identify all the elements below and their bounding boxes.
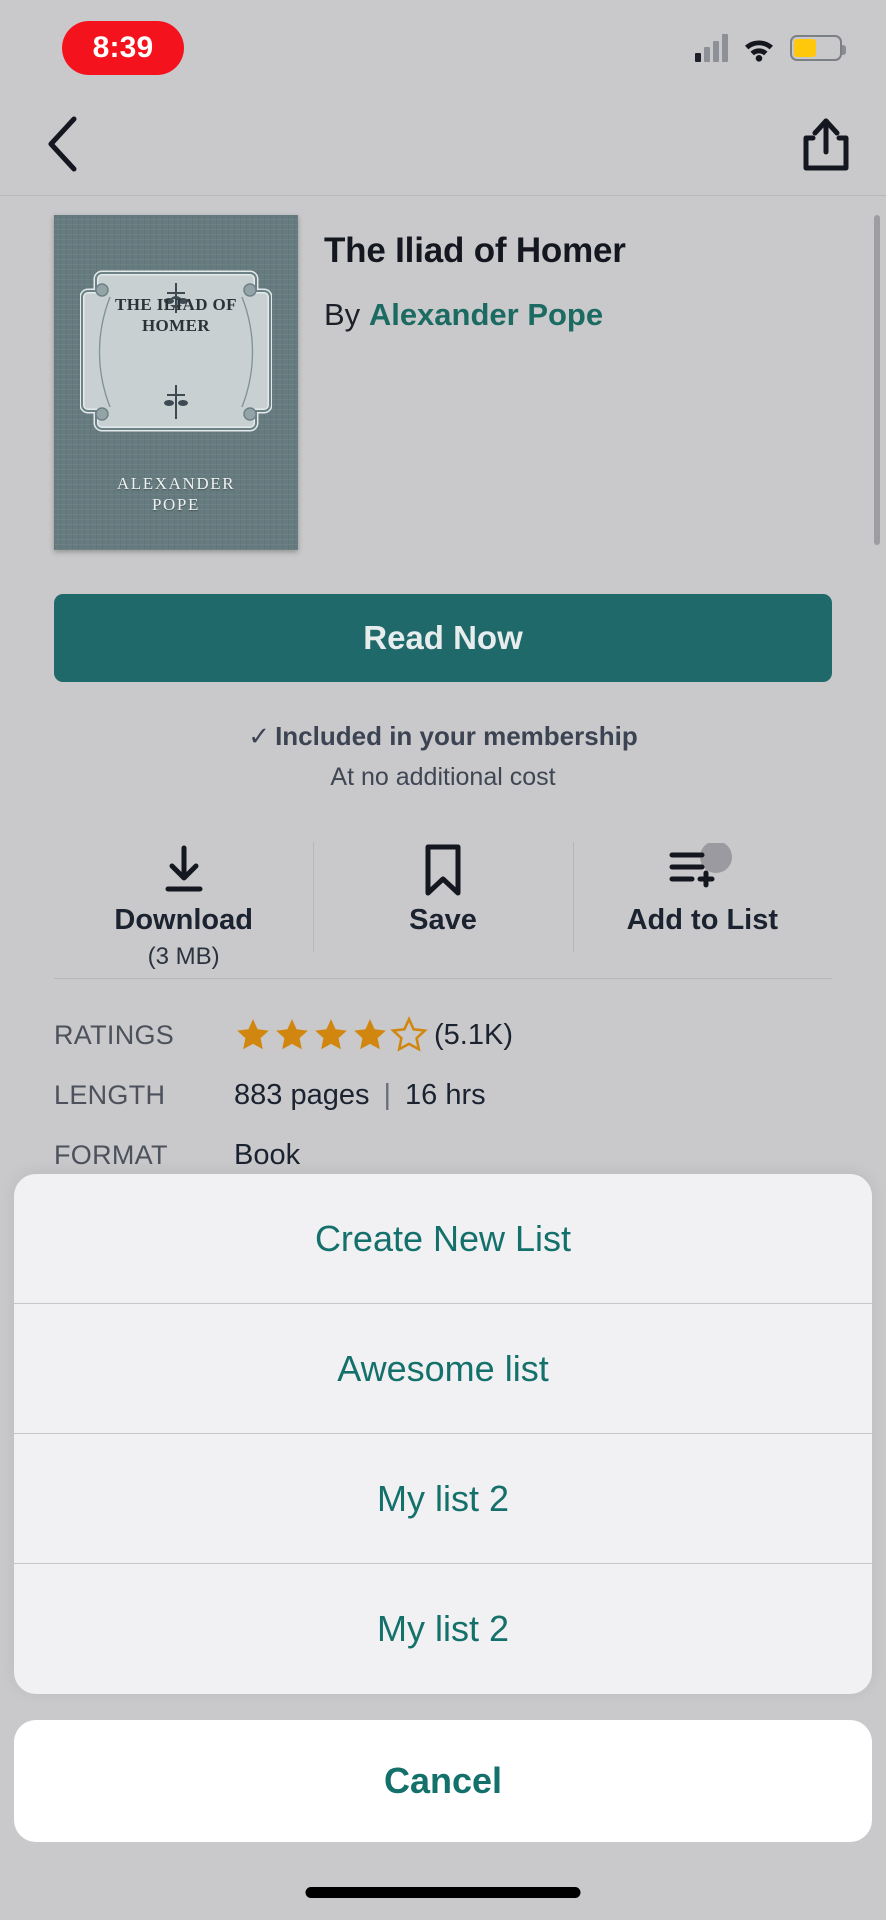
navigation-bar (0, 96, 886, 196)
ratings-count: (5.1K) (434, 1018, 513, 1051)
save-label: Save (409, 904, 477, 936)
book-details: RATINGS (5.1K) LENGTH 883 pages | 16 hrs… (54, 1005, 832, 1177)
ratings-value: (5.1K) (234, 1016, 513, 1054)
book-info: The Iliad of Homer By Alexander Pope (298, 215, 626, 550)
status-indicators (695, 28, 846, 68)
battery-low-power-icon (790, 35, 846, 61)
download-label: Download (114, 904, 253, 936)
bookmark-icon (420, 842, 466, 898)
star-filled-icon (354, 1019, 386, 1050)
cover-author-text: ALEXANDER POPE (116, 474, 236, 515)
share-upload-icon (803, 118, 849, 171)
by-label: By (324, 297, 361, 332)
length-label: LENGTH (54, 1079, 166, 1110)
read-now-label: Read Now (363, 619, 523, 656)
membership-subtext: At no additional cost (330, 763, 556, 791)
book-detail-scroll[interactable]: THE ILIAD OF HOMER ALEXANDER POPE The Ilia… (0, 197, 886, 1177)
cellular-signal-icon (695, 34, 728, 62)
status-time-recording-pill: 8:39 (62, 21, 184, 75)
book-hero: THE ILIAD OF HOMER ALEXANDER POPE The Ilia… (0, 197, 886, 550)
format-row: FORMAT Book (54, 1125, 832, 1177)
star-rating (234, 1016, 428, 1054)
read-now-button[interactable]: Read Now (54, 594, 832, 682)
ratings-row: RATINGS (5.1K) (54, 1005, 832, 1065)
ratings-label: RATINGS (54, 1019, 175, 1050)
membership-note: ✓ Included in your membership (0, 721, 886, 752)
book-byline: By Alexander Pope (324, 297, 626, 333)
length-pages: 883 pages (234, 1078, 370, 1111)
star-filled-icon (276, 1019, 308, 1050)
length-row: LENGTH 883 pages | 16 hrs (54, 1065, 832, 1125)
sheet-item-my-list-2-b[interactable]: My list 2 (14, 1564, 872, 1694)
format-value: Book (234, 1138, 301, 1171)
sheet-item-create-new-list[interactable]: Create New List (14, 1174, 872, 1304)
add-to-list-label: Add to List (626, 904, 779, 936)
length-time: 16 hrs (405, 1078, 486, 1111)
save-button[interactable]: Save (313, 834, 572, 978)
status-time: 8:39 (92, 31, 154, 64)
phone-screen: 8:39 THE ILIAD OF HOMER ALEXANDER POPE T… (0, 0, 886, 1920)
book-cover[interactable]: THE ILIAD OF HOMER ALEXANDER POPE (54, 215, 298, 550)
cover-title-text: THE ILIAD OF HOMER (115, 295, 237, 335)
star-outline-icon (390, 1016, 428, 1052)
length-value: 883 pages | 16 hrs (234, 1079, 486, 1112)
download-size: (3 MB) (147, 943, 220, 970)
wifi-icon (745, 40, 773, 62)
download-icon (158, 842, 210, 898)
author-link[interactable]: Alexander Pope (369, 297, 603, 332)
status-bar: 8:39 (0, 0, 886, 96)
star-filled-icon (237, 1019, 269, 1050)
back-button[interactable] (30, 112, 94, 176)
star-filled-icon (315, 1019, 347, 1050)
membership-text: Included in your membership (275, 721, 638, 751)
cancel-button[interactable]: Cancel (14, 1720, 872, 1842)
cover-plaque-ornament (80, 270, 272, 432)
home-indicator (305, 1887, 581, 1898)
sheet-item-awesome-list[interactable]: Awesome list (14, 1304, 872, 1434)
scroll-indicator[interactable] (874, 215, 880, 545)
add-to-list-icon (666, 842, 738, 898)
length-separator: | (383, 1078, 392, 1111)
action-row: Download (3 MB) Save Add to List (54, 834, 832, 979)
check-icon: ✓ (248, 721, 271, 751)
share-button[interactable] (794, 112, 858, 176)
download-button[interactable]: Download (3 MB) (54, 834, 313, 978)
action-sheet: Create New List Awesome list My list 2 M… (14, 1174, 872, 1694)
add-to-list-button[interactable]: Add to List (572, 834, 832, 978)
sheet-item-my-list-2-a[interactable]: My list 2 (14, 1434, 872, 1564)
format-label: FORMAT (54, 1139, 168, 1170)
page-title: The Iliad of Homer (324, 231, 626, 270)
chevron-left-icon (48, 116, 77, 172)
